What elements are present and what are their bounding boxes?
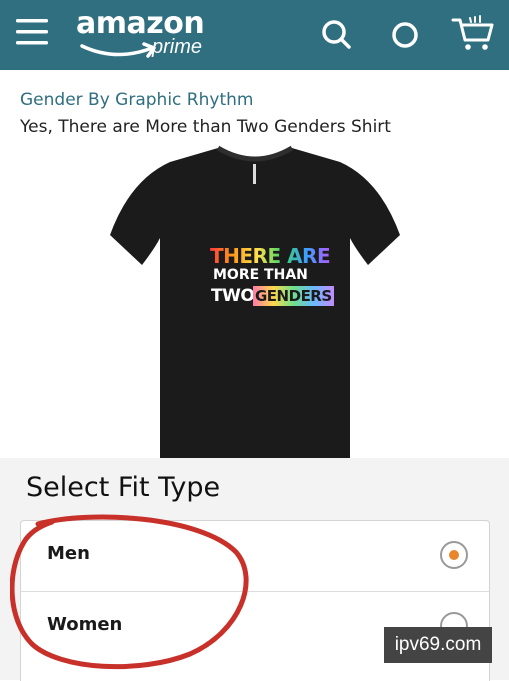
- brand-link[interactable]: Gender By Graphic Rhythm: [20, 90, 253, 110]
- shirt-print-line1: THERE ARE: [210, 244, 331, 268]
- fit-option-label: Women: [47, 614, 123, 635]
- fit-option-label: Men: [47, 543, 90, 564]
- fit-type-heading: Select Fit Type: [26, 472, 221, 503]
- watermark-label: ipv69.com: [384, 627, 492, 663]
- ring-icon[interactable]: [386, 16, 424, 54]
- radio-dot: [449, 550, 459, 560]
- logo-smile-arrow: [80, 42, 156, 58]
- amazon-prime-logo[interactable]: amazon prime: [76, 6, 226, 62]
- hamburger-menu-icon[interactable]: [14, 14, 50, 50]
- product-title: Yes, There are More than Two Genders Shi…: [20, 117, 391, 137]
- radio-button-selected[interactable]: [440, 541, 468, 569]
- cart-icon[interactable]: [450, 14, 496, 54]
- search-icon[interactable]: [318, 16, 356, 54]
- shirt-print-line2: MORE THAN: [213, 267, 308, 283]
- shirt-print-line3a: TWO: [211, 286, 255, 306]
- shirt-print-line3b: GENDERS: [253, 286, 334, 306]
- top-nav-bar: amazon prime: [0, 0, 509, 70]
- logo-prime-label: prime: [152, 36, 203, 58]
- fit-option-men[interactable]: Men: [21, 521, 489, 592]
